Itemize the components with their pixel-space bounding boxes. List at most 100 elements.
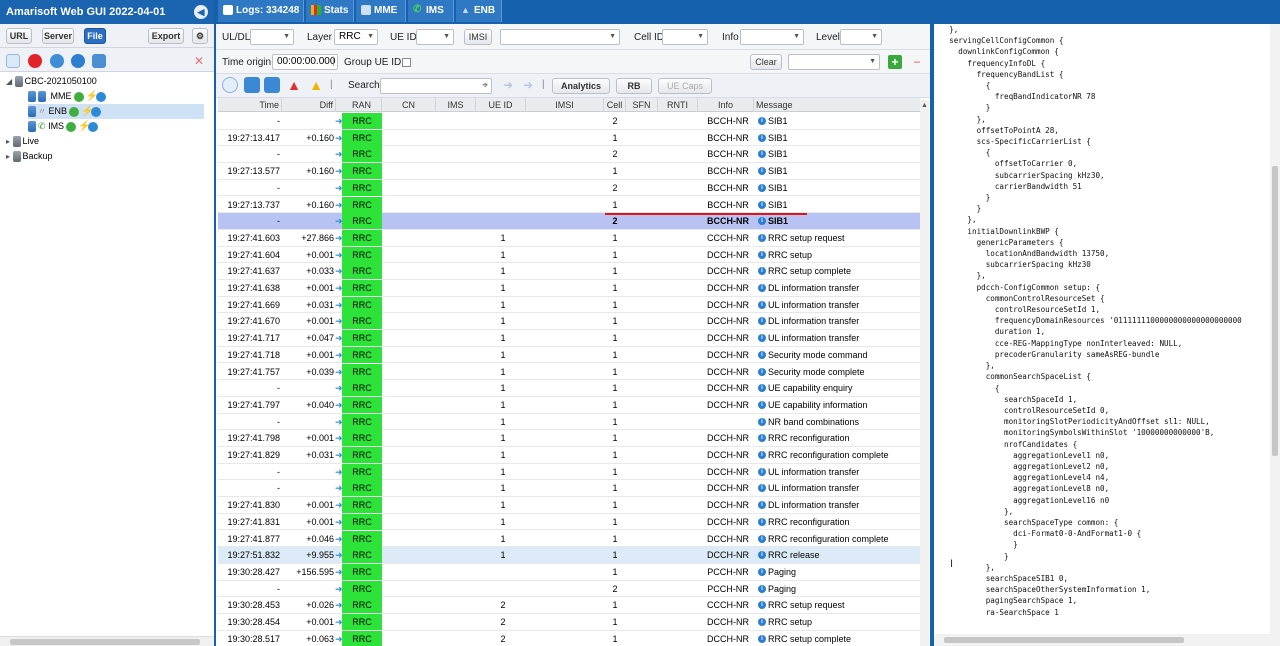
table-row[interactable]: - ➜ RRC 1 1 DCCH-NR i UL information transfer [218, 480, 920, 498]
table-row[interactable]: 19:27:41.830 +0.001 ➜ RRC 1 1 DCCH-NR i DL infor… [218, 497, 920, 514]
table-row[interactable]: - ➜ RRC 1 1 DCCH-NR i UL information transfer [218, 463, 920, 481]
tree-item-ims[interactable]: ✆ IMS ⚡ [28, 119, 208, 134]
ue-caps-button[interactable]: UE Caps [658, 78, 712, 94]
close-icon[interactable]: ✕ [192, 54, 206, 68]
col-ran[interactable]: RAN [342, 98, 382, 112]
table-row[interactable]: 19:27:41.829 +0.031 ➜ RRC 1 1 DCCH-NR i RRC reco… [218, 447, 920, 464]
table-row[interactable]: - ➜ RRC 2 PCCH-NR i Paging [218, 580, 920, 598]
filter-preset-select[interactable]: ▼ [788, 54, 880, 70]
remove-icon[interactable]: − [910, 55, 924, 69]
table-row[interactable]: 19:27:41.604 +0.001 ➜ RRC 1 1 DCCH-NR i RRC setu… [218, 246, 920, 264]
table-row[interactable]: 19:27:41.718 +0.001 ➜ RRC 1 1 DCCH-NR i Security… [218, 346, 920, 364]
imsi-button[interactable]: IMSI [464, 29, 492, 45]
table-row[interactable]: 19:27:41.831 +0.001 ➜ RRC 1 1 DCCH-NR i RRC reco… [218, 513, 920, 531]
rb-button[interactable]: RB [616, 78, 652, 94]
group-ueid-checkbox[interactable] [402, 58, 411, 67]
table-row[interactable]: - ➜ RRC 2 BCCH-NR i SIB1 [218, 213, 920, 230]
col-cn[interactable]: CN [382, 98, 436, 112]
col-message[interactable]: Message [754, 98, 920, 112]
warning-icon[interactable]: ▲ [308, 77, 324, 93]
tree-root[interactable]: ◢ CBC-2021050100 [6, 74, 97, 89]
table-row[interactable]: 19:27:13.737 +0.160 ➜ RRC 1 BCCH-NR i SIB1 [218, 196, 920, 214]
time-origin-input[interactable]: 00:00:00.000 [272, 54, 338, 70]
table-row[interactable]: 19:30:28.427 +156.595 ➜ RRC 1 PCCH-NR i Paging [218, 563, 920, 581]
arrow-right-icon[interactable] [264, 77, 280, 93]
col-info[interactable]: Info [698, 98, 754, 112]
tree-item-backup[interactable]: ▸ Backup [6, 149, 53, 164]
tree-item-enb[interactable]: 〃 ENB ⚡ [28, 104, 204, 119]
table-row[interactable]: 19:27:41.797 +0.040 ➜ RRC 1 1 DCCH-NR i UE capab… [218, 396, 920, 414]
table-row[interactable]: 19:27:41.603 +27.866 ➜ RRC 1 1 CCCH-NR i RRC set… [218, 229, 920, 247]
log-vertical-scrollbar[interactable]: ▲ [920, 100, 929, 646]
clear-button[interactable]: Clear [750, 54, 782, 70]
col-diff[interactable]: Diff [282, 98, 336, 112]
play-icon[interactable] [95, 91, 106, 102]
table-row[interactable]: 19:27:41.638 +0.001 ➜ RRC 1 1 DCCH-NR i DL infor… [218, 280, 920, 297]
col-cell[interactable]: Cell [604, 98, 626, 112]
detail-horizontal-scrollbar[interactable] [934, 634, 1280, 646]
table-row[interactable]: - ➜ RRC 2 BCCH-NR i SIB1 [218, 179, 920, 197]
file-button[interactable]: File [84, 28, 106, 44]
url-button[interactable]: URL [6, 28, 32, 44]
table-row[interactable]: 19:27:41.798 +0.001 ➜ RRC 1 1 DCCH-NR i RRC reco… [218, 430, 920, 447]
table-row[interactable]: 19:27:13.417 +0.160 ➜ RRC 1 BCCH-NR i SIB1 [218, 129, 920, 147]
table-row[interactable]: 19:27:41.637 +0.033 ➜ RRC 1 1 DCCH-NR i RRC setu… [218, 263, 920, 280]
table-row[interactable]: - ➜ RRC 2 BCCH-NR i SIB1 [218, 113, 920, 130]
play-icon[interactable] [91, 106, 102, 117]
tab-mme[interactable]: MME [356, 0, 406, 22]
table-row[interactable]: 19:27:51.832 +9.955 ➜ RRC 1 1 DCCH-NR i RRC rele… [218, 547, 920, 564]
imsi-select[interactable]: ▼ [500, 29, 620, 45]
table-row[interactable]: 19:30:28.517 +0.063 ➜ RRC 2 1 DCCH-NR i RRC setu… [218, 630, 920, 646]
table-row[interactable]: - ➜ RRC 1 1 DCCH-NR i UE capability enquiry [218, 380, 920, 397]
pause-icon[interactable] [71, 54, 85, 68]
level-select[interactable]: ▼ [840, 29, 882, 45]
table-row[interactable]: - ➜ RRC 1 1 i NR band combinations [218, 413, 920, 431]
arrow-left-icon[interactable] [244, 77, 260, 93]
clock-icon[interactable] [222, 77, 238, 93]
table-row[interactable]: 19:27:41.877 +0.046 ➜ RRC 1 1 DCCH-NR i RRC reco… [218, 530, 920, 548]
play-icon[interactable] [88, 121, 99, 132]
cellid-select[interactable]: ▼ [662, 29, 708, 45]
ueid-select[interactable]: ▼ [416, 29, 454, 45]
search-input[interactable]: ⌖ [380, 78, 492, 94]
collapse-panel-icon[interactable]: ◀ [194, 5, 208, 19]
refresh-icon[interactable] [50, 54, 64, 68]
table-row[interactable]: 19:27:13.577 +0.160 ➜ RRC 1 BCCH-NR i SIB1 [218, 163, 920, 180]
layer-select[interactable]: RRC ▼ [334, 29, 378, 45]
table-row[interactable]: 19:30:28.453 +0.026 ➜ RRC 2 1 CCCH-NR i RRC setu… [218, 597, 920, 614]
server-button[interactable]: Server [42, 28, 74, 44]
tree-item-mme[interactable]: MME ⚡ [28, 89, 208, 104]
col-ueid[interactable]: UE ID [476, 98, 526, 112]
search-prev-icon[interactable]: ➜ [500, 77, 516, 93]
tab-logs[interactable]: Logs: 334248 [218, 0, 304, 22]
settings-icon[interactable]: ⚙ [192, 28, 208, 44]
search-next-icon[interactable]: ➜ [520, 77, 536, 93]
table-row[interactable]: - ➜ RRC 2 BCCH-NR i SIB1 [218, 146, 920, 164]
connect-icon[interactable] [92, 54, 106, 68]
analytics-button[interactable]: Analytics [552, 78, 610, 94]
search-icon[interactable] [6, 54, 20, 68]
left-horizontal-scrollbar[interactable] [0, 636, 214, 646]
col-time[interactable]: Time [218, 98, 282, 112]
col-imsi[interactable]: IMSI [526, 98, 604, 112]
table-row[interactable]: 19:27:41.717 +0.047 ➜ RRC 1 1 DCCH-NR i UL infor… [218, 330, 920, 347]
table-row[interactable]: 19:27:41.670 +0.001 ➜ RRC 1 1 DCCH-NR i DL infor… [218, 313, 920, 331]
table-row[interactable]: 19:27:41.669 +0.031 ➜ RRC 1 1 DCCH-NR i UL infor… [218, 296, 920, 314]
error-warning-icon[interactable]: ▲ [286, 77, 302, 93]
tree-item-live[interactable]: ▸ Live [6, 134, 39, 149]
add-icon[interactable]: + [888, 55, 902, 69]
info-select[interactable]: ▼ [740, 29, 804, 45]
export-button[interactable]: Export [148, 28, 184, 44]
stop-icon[interactable] [28, 54, 42, 68]
uldl-select[interactable]: ▼ [250, 29, 294, 45]
col-rnti[interactable]: RNTI [658, 98, 698, 112]
tab-enb[interactable]: ▲ ENB [456, 0, 502, 22]
tab-stats[interactable]: Stats [306, 0, 354, 22]
table-row[interactable]: 19:30:28.454 +0.001 ➜ RRC 2 1 DCCH-NR i RRC setu… [218, 614, 920, 631]
detail-vertical-scrollbar[interactable] [1270, 24, 1280, 634]
col-ims[interactable]: IMS [436, 98, 476, 112]
table-row[interactable]: 19:27:41.757 +0.039 ➜ RRC 1 1 DCCH-NR i Security… [218, 363, 920, 381]
col-sfn[interactable]: SFN [626, 98, 658, 112]
message-detail-text[interactable]: }, servingCellConfigCommon { downlinkCon… [940, 24, 1270, 634]
tab-ims[interactable]: ✆ IMS [408, 0, 454, 22]
